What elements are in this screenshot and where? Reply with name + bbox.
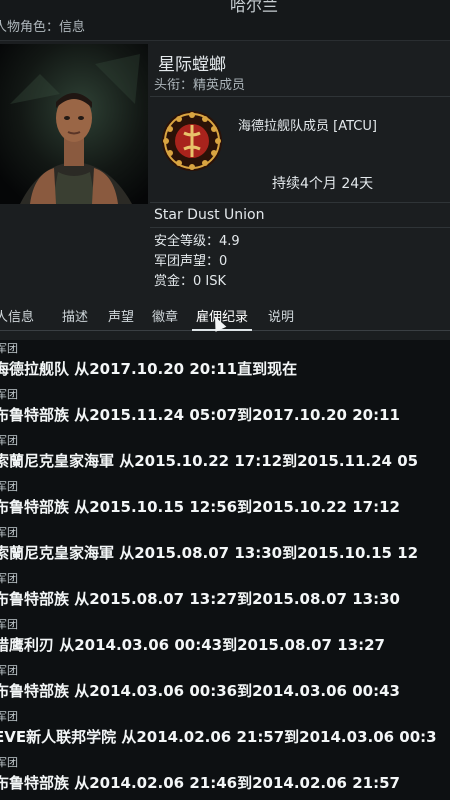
character-portrait[interactable] bbox=[0, 44, 148, 204]
entry-text[interactable]: 索蘭尼克皇家海軍 从2015.08.07 13:30到2015.10.15 12 bbox=[0, 542, 418, 563]
entry-type-label: 军团 bbox=[0, 342, 18, 355]
history-entry: 军团 布鲁特部族 从2014.03.06 00:36到2014.03.06 00… bbox=[0, 662, 450, 708]
tab-decorations[interactable]: 徽章 bbox=[152, 306, 178, 325]
entry-text[interactable]: 布鲁特部族 从2015.10.15 12:56到2015.10.22 17:12 bbox=[0, 496, 400, 517]
history-entry: 军团 猎鹰利刃 从2014.03.06 00:43到2015.08.07 13:… bbox=[0, 616, 450, 662]
character-name: 星际螳螂 bbox=[158, 55, 226, 75]
entry-type-label: 军团 bbox=[0, 388, 18, 401]
entry-text[interactable]: EVE新人联邦学院 从2014.02.06 21:57到2014.03.06 0… bbox=[0, 726, 437, 747]
alliance-name[interactable]: Star Dust Union bbox=[150, 202, 450, 228]
corporation-section: 海德拉舰队成员 [ATCU] 持续4个月 24天 bbox=[150, 96, 450, 201]
entry-text[interactable]: 布鲁特部族 从2015.11.24 05:07到2017.10.20 20:11 bbox=[0, 404, 400, 425]
entry-type-label: 军团 bbox=[0, 710, 18, 723]
tab-notes[interactable]: 说明 bbox=[268, 306, 294, 325]
entry-text[interactable]: 布鲁特部族 从2015.08.07 13:27到2015.08.07 13:30 bbox=[0, 588, 400, 609]
history-entry: 军团 索蘭尼克皇家海軍 从2015.08.07 13:30到2015.10.15… bbox=[0, 524, 450, 570]
entry-type-label: 军团 bbox=[0, 480, 18, 493]
entry-text[interactable]: 布鲁特部族 从2014.03.06 00:36到2014.03.06 00:43 bbox=[0, 680, 400, 701]
bounty: 赏金：0 ISK bbox=[154, 274, 227, 289]
history-entry: 军团 EVE新人联邦学院 从2014.02.06 21:57到2014.03.0… bbox=[0, 708, 450, 754]
employment-history-list[interactable]: 军团 海德拉舰队 从2017.10.20 20:11直到现在 军团 布鲁特部族 … bbox=[0, 340, 450, 800]
entry-text[interactable]: 海德拉舰队 从2017.10.20 20:11直到现在 bbox=[0, 358, 297, 379]
history-entry: 军团 布鲁特部族 从2015.11.24 05:07到2017.10.20 20… bbox=[0, 386, 450, 432]
entry-type-label: 军团 bbox=[0, 618, 18, 631]
character-info-panel: 人物角色：信息 哈尔兰 星际螳螂 头衔：精英成员 海德拉舰队成员 [ATCU] … bbox=[0, 0, 450, 340]
corporation-name[interactable]: 海德拉舰队成员 [ATCU] bbox=[238, 115, 377, 134]
entry-type-label: 军团 bbox=[0, 572, 18, 585]
corporation-logo-icon[interactable] bbox=[160, 109, 224, 173]
tab-personal-info[interactable]: 个人信息 bbox=[0, 306, 34, 325]
tab-description[interactable]: 描述 bbox=[62, 306, 88, 325]
security-status: 安全等级：4.9 bbox=[154, 234, 240, 249]
entry-type-label: 军团 bbox=[0, 756, 18, 769]
history-entry: 军团 布鲁特部族 从2015.10.15 12:56到2015.10.22 17… bbox=[0, 478, 450, 524]
window-title: 哈尔兰 bbox=[230, 0, 279, 15]
entry-type-label: 军团 bbox=[0, 526, 18, 539]
history-entry: 军团 布鲁特部族 从2015.08.07 13:27到2015.08.07 13… bbox=[0, 570, 450, 616]
window-header: 人物角色：信息 哈尔兰 bbox=[0, 0, 450, 41]
history-entry: 军团 布鲁特部族 从2014.02.06 21:46到2014.02.06 21… bbox=[0, 754, 450, 800]
character-subtitle: 头衔：精英成员 bbox=[154, 78, 246, 93]
character-stats: 安全等级：4.9 军团声望：0 赏金：0 ISK bbox=[154, 232, 240, 292]
history-entry: 军团 索蘭尼克皇家海軍 从2015.10.22 17:12到2015.11.24… bbox=[0, 432, 450, 478]
tab-standings[interactable]: 声望 bbox=[108, 306, 134, 325]
entry-text[interactable]: 猎鹰利刃 从2014.03.06 00:43到2015.08.07 13:27 bbox=[0, 634, 385, 655]
faction-standing: 军团声望：0 bbox=[154, 254, 228, 269]
corporation-duration: 持续4个月 24天 bbox=[272, 176, 374, 192]
portrait-image bbox=[0, 44, 148, 204]
entry-type-label: 军团 bbox=[0, 664, 18, 677]
entry-text[interactable]: 布鲁特部族 从2014.02.06 21:46到2014.02.06 21:57 bbox=[0, 772, 400, 793]
character-details: 星际螳螂 头衔：精英成员 海德拉舰队成员 [ATCU] 持续4个月 24天 St… bbox=[150, 44, 450, 304]
entry-text[interactable]: 索蘭尼克皇家海軍 从2015.10.22 17:12到2015.11.24 05 bbox=[0, 450, 418, 471]
history-entry: 军团 海德拉舰队 从2017.10.20 20:11直到现在 bbox=[0, 340, 450, 386]
entry-type-label: 军团 bbox=[0, 434, 18, 447]
role-label: 人物角色：信息 bbox=[0, 20, 86, 35]
